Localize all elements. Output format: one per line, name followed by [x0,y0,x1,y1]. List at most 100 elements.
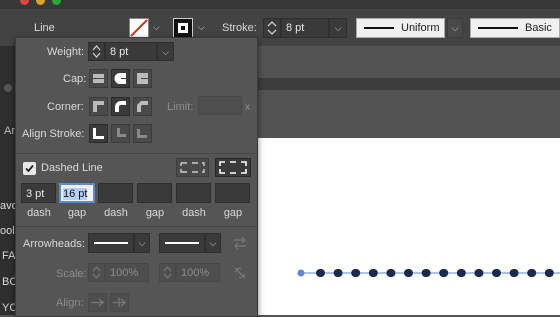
start-scale-stepper [88,263,105,282]
start-scale-value: 100% [110,267,139,279]
bevel-join-button[interactable] [133,97,152,116]
gap-2-label: gap [145,207,165,219]
chevron-down-icon: ⌵ [334,23,342,33]
weight-label: Weight: [47,46,85,58]
gap-3-input[interactable] [215,183,250,203]
round-join-button[interactable] [111,97,130,116]
stepper-arrows-icon [92,45,101,58]
align-center-button[interactable] [89,124,108,143]
dash-3-input[interactable] [176,183,211,203]
stroke-dropdown-chevron-icon[interactable]: ⌵ [198,22,205,33]
dash-segment [474,269,484,277]
stroke-weight-stepper[interactable] [263,18,281,38]
align-outside-button[interactable] [133,124,152,143]
dash-2-label: dash [104,207,128,219]
dash-segment [333,269,343,277]
align-inside-icon [117,128,126,137]
start-arrowhead-dropdown[interactable] [88,233,134,253]
checkmark-icon [25,164,34,173]
limit-input[interactable] [198,96,242,115]
preserve-dash-lengths-button[interactable] [176,158,209,177]
chevron-down-icon: ⌵ [451,23,459,33]
start-arrowhead-chevron[interactable]: ⌵ [134,233,150,253]
gap-2-input[interactable] [137,183,172,203]
weight-input[interactable]: 8 pt [105,42,157,61]
limit-label: Limit: [167,101,194,113]
butt-cap-icon [93,74,104,83]
corner-label: Corner: [47,101,84,113]
dash-segment [509,269,519,277]
align-dashes-to-corners-button[interactable] [215,158,251,177]
align-inside-button[interactable] [111,124,130,143]
gap-1-label: gap [67,207,87,219]
stroke-swatch[interactable] [173,18,193,38]
end-scale-value: 100% [181,267,210,279]
stub-text: avo [0,200,16,212]
dashed-line-checkbox[interactable] [23,162,36,175]
artboard-canvas[interactable] [255,138,560,315]
swap-arrows-icon [234,236,246,250]
minimize-window-button[interactable] [36,0,45,5]
link-scale-button [232,265,248,281]
round-cap-icon [114,73,126,84]
profile-dropdown-button[interactable]: ⌵ [447,18,463,38]
brush-label: Basic [525,22,552,34]
variable-width-profile-dropdown[interactable]: Uniform [356,18,445,38]
divider [16,226,257,227]
dash-segment [368,269,378,277]
stub-text: YC [2,302,16,314]
gap-1-input[interactable]: 16 pt [59,183,95,203]
dash-segment [456,269,466,277]
close-window-button[interactable] [20,0,29,5]
align-dashes-corners-icon [219,161,247,174]
end-scale-stepper [159,263,176,282]
brush-definition-dropdown[interactable]: Basic [470,18,560,38]
chevron-down-icon: ⌵ [209,238,217,248]
zoom-window-button[interactable] [52,0,61,5]
stroke-weight-dropdown[interactable]: ⌵ [329,18,347,38]
arrow-end-icon [113,298,126,307]
stroke-weight-value: 8 pt [286,22,305,34]
chevron-down-icon: ⌵ [138,238,146,248]
dash-segment [492,269,501,277]
left-panel-stub-texts: Ar avo ool FA BC YC [0,46,16,315]
align-outside-icon [137,129,147,138]
dash-1-input[interactable]: 3 pt [21,183,56,203]
dash-3-label: dash [182,207,206,219]
arrow-tip-at-end-button [110,293,129,312]
profile-label: Uniform [401,22,440,34]
stepper-arrows-icon [92,266,101,279]
dashed-line-artwork[interactable] [255,138,560,315]
dash-1-value: 3 pt [26,188,45,200]
fill-dropdown-chevron-icon[interactable]: ⌵ [153,22,160,33]
swap-arrowheads-button[interactable] [232,235,248,251]
stroke-panel: Weight: 8 pt ⌵ Cap: Corner: Limit: x Ali… [15,37,258,317]
unlink-chain-icon [234,267,246,279]
weight-dropdown[interactable]: ⌵ [157,42,174,61]
end-arrowhead-chevron[interactable]: ⌵ [205,233,221,253]
stub-text: Ar [4,125,15,137]
align-stroke-label: Align Stroke: [22,128,85,140]
align-center-icon [93,128,104,139]
stroke-weight-input[interactable]: 8 pt [281,18,329,38]
scale-label: Scale: [56,268,87,280]
anchor-point[interactable] [297,269,305,277]
projecting-cap-button[interactable] [133,69,152,88]
stub-dot [4,84,12,92]
projecting-cap-icon [137,73,148,84]
butt-cap-button[interactable] [89,69,108,88]
dash-segment [351,269,361,277]
weight-stepper[interactable] [88,42,105,61]
cap-label: Cap: [63,73,87,85]
dash-segment [527,269,537,277]
fill-swatch[interactable] [129,18,149,38]
stub-text: FA [2,250,16,262]
end-scale-input: 100% [176,263,220,282]
round-cap-button[interactable] [111,69,130,88]
dash-2-input[interactable] [98,183,133,203]
miter-join-button[interactable] [89,97,108,116]
gap-1-value: 16 pt [63,188,88,200]
dash-segment [544,269,554,277]
bevel-join-icon [137,101,148,112]
end-arrowhead-dropdown[interactable] [159,233,205,253]
